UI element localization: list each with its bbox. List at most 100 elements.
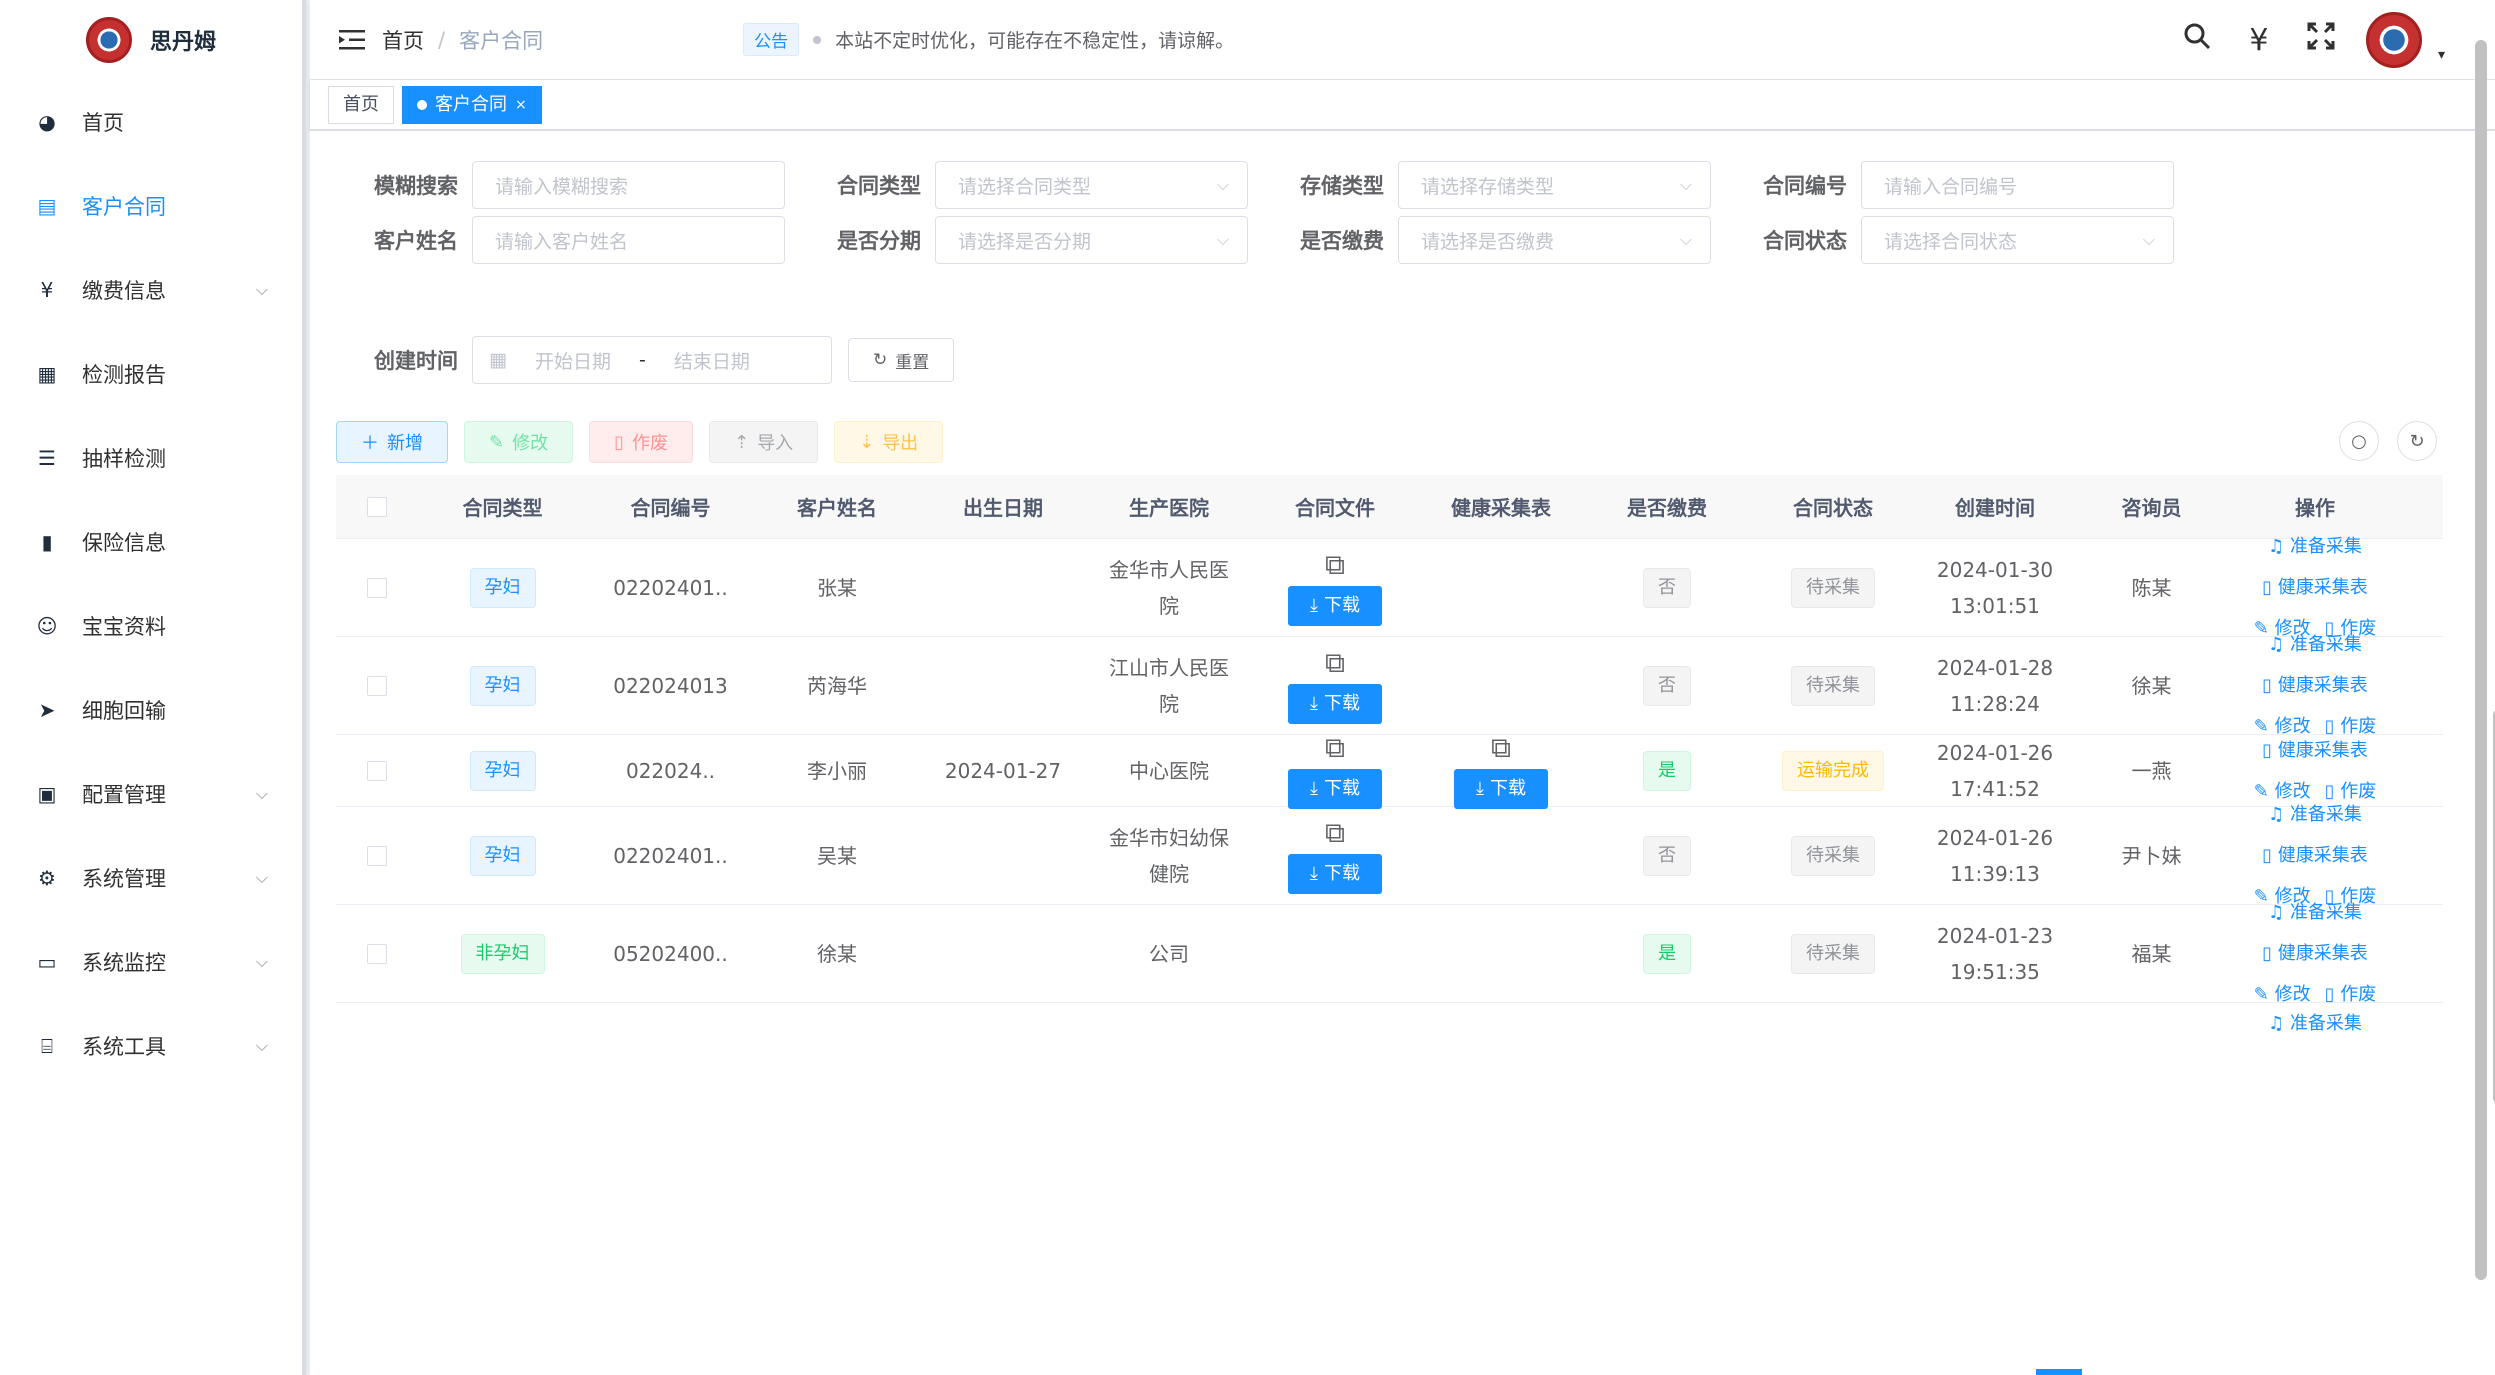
customer-name-input[interactable]: 请输入客户姓名 bbox=[472, 216, 785, 264]
add-button[interactable]: ＋ 新增 bbox=[336, 421, 448, 463]
download-button[interactable]: ⤓ 下载 bbox=[1288, 768, 1382, 809]
app-logo[interactable]: 思丹姆 bbox=[0, 0, 302, 80]
chevron-down-icon: ⌵ bbox=[255, 1036, 268, 1055]
row-checkbox[interactable] bbox=[367, 845, 387, 866]
copy-icon[interactable]: ⧉ bbox=[1325, 549, 1345, 580]
contract-file: ⧉ ⤓ 下载 bbox=[1288, 732, 1382, 809]
sidebar-item-4[interactable]: ☰ 抽样检测 bbox=[0, 416, 302, 500]
download-button[interactable]: ⤓ 下载 bbox=[1288, 683, 1382, 724]
sidebar-item-9[interactable]: ⚙ 系统管理 ⌵ bbox=[0, 836, 302, 920]
download-button[interactable]: ⤓ 下载 bbox=[1454, 768, 1548, 809]
storage-type-placeholder: 请选择存储类型 bbox=[1421, 175, 1555, 198]
paid-select[interactable]: 请选择是否缴费 ⌵ bbox=[1398, 216, 1711, 264]
sidebar-item-7[interactable]: ➤ 细胞回输 bbox=[0, 668, 302, 752]
hamburger-toggle[interactable] bbox=[322, 0, 382, 80]
customer-name-cell: 吴某 bbox=[817, 843, 857, 868]
notice-bar: 公告 本站不定时优化，可能存在不稳定性，请谅解。 bbox=[743, 23, 1234, 56]
prepare-collection-link[interactable]: ♫ 准备采集 bbox=[2268, 796, 2362, 833]
contract-no-input[interactable]: 请输入合同编号 bbox=[1861, 161, 2174, 209]
table-row[interactable]: 孕妇 022024013 芮海华 江山市人民医院 ⧉ ⤓ 下载 否 待采集 2024-01-28 1… bbox=[336, 634, 2443, 737]
installment-select[interactable]: 请选择是否分期 ⌵ bbox=[935, 216, 1248, 264]
prepare-collection-link[interactable]: ♫ 准备采集 bbox=[2268, 626, 2362, 663]
paid-tag: 否 bbox=[1643, 835, 1691, 876]
sidebar-item-3[interactable]: ▦ 检测报告 bbox=[0, 332, 302, 416]
breadcrumb-home[interactable]: 首页 bbox=[382, 25, 424, 55]
status-cell: 待采集 bbox=[1750, 835, 1916, 876]
tag-home[interactable]: 首页 bbox=[328, 85, 394, 124]
sidebar-item-10[interactable]: ▭ 系统监控 ⌵ bbox=[0, 920, 302, 1004]
start-date-placeholder: 开始日期 bbox=[534, 350, 611, 373]
main-content: 模糊搜索 请输入模糊搜索 合同类型 请选择合同类型 ⌵ 存储类型 请选择存储类型 ⌵… bbox=[310, 131, 2495, 1375]
search-icon[interactable] bbox=[2180, 22, 2214, 58]
sidebar-item-1[interactable]: ▤ 客户合同 bbox=[0, 164, 302, 248]
column-header: 合同编号 bbox=[630, 496, 711, 520]
health-form-link[interactable]: ▯ 健康采集表 bbox=[2262, 837, 2368, 874]
sidebar-item-5[interactable]: ▮ 保险信息 bbox=[0, 500, 302, 584]
sidebar-item-0[interactable]: ◕ 首页 bbox=[0, 80, 302, 164]
prepare-collection-link[interactable]: ♫ 准备采集 bbox=[2268, 1005, 2362, 1042]
copy-icon[interactable]: ⧉ bbox=[1491, 732, 1511, 763]
user-avatar[interactable] bbox=[2365, 12, 2422, 68]
health-form-link[interactable]: ▯ 健康采集表 bbox=[2262, 569, 2368, 606]
table-row[interactable]: 孕妇 02202401.. 张某 金华市人民医院 ⧉ ⤓ 下载 否 待采集 2024-01-30 1… bbox=[336, 536, 2443, 639]
void-button[interactable]: ▯ 作废 bbox=[589, 421, 693, 463]
caret-down-icon[interactable]: ▾ bbox=[2438, 47, 2445, 63]
refresh-button[interactable]: ↻ bbox=[2397, 421, 2437, 461]
consultant-cell: 尹卜妹 bbox=[2121, 843, 2182, 868]
health-form-link[interactable]: ▯ 健康采集表 bbox=[2262, 667, 2368, 704]
reset-button[interactable]: ↻ 重置 bbox=[848, 338, 955, 382]
row-checkbox[interactable] bbox=[367, 675, 387, 696]
table-row-partial[interactable]: ♫ 准备采集 bbox=[336, 1003, 2443, 1043]
download-icon: ⤓ bbox=[1476, 777, 1484, 799]
contract-type-cell: 非孕妇 bbox=[418, 933, 587, 974]
contract-file-cell: ⧉ ⤓ 下载 bbox=[1252, 817, 1418, 894]
table-row[interactable]: 非孕妇 05202400.. 徐某 公司 是 待采集 2024-01-23 19:51:35 福… bbox=[336, 902, 2443, 1005]
select-all-checkbox[interactable] bbox=[367, 496, 387, 517]
tags-view: 首页 客户合同 × bbox=[310, 80, 2495, 130]
pagination-active-page[interactable] bbox=[2036, 1369, 2082, 1375]
created-time-cell: 2024-01-30 13:01:51 bbox=[1916, 552, 2074, 624]
row-checkbox[interactable] bbox=[367, 577, 387, 598]
sidebar-item-8[interactable]: ▣ 配置管理 ⌵ bbox=[0, 752, 302, 836]
download-button[interactable]: ⤓ 下载 bbox=[1288, 853, 1382, 894]
hospital-line: 金华市人民医 bbox=[1109, 557, 1229, 582]
health-form-link[interactable]: ▯ 健康采集表 bbox=[2262, 935, 2368, 972]
paid-tag: 是 bbox=[1643, 750, 1691, 791]
table-row[interactable]: 孕妇 022024.. 李小丽 2024-01-27 中心医院 ⧉ ⤓ 下载 ⧉ ⤓ 下载是运输完成… bbox=[336, 732, 2443, 809]
tag-current[interactable]: 客户合同 × bbox=[402, 85, 542, 124]
created-date-range[interactable]: ▦ 开始日期 - 结束日期 bbox=[472, 336, 832, 384]
toggle-search-button[interactable]: ○ bbox=[2339, 421, 2379, 461]
table-row[interactable]: 孕妇 02202401.. 吴某 金华市妇幼保 健院 ⧉ ⤓ 下载 否 待采集 2024-01-26… bbox=[336, 804, 2443, 907]
chevron-down-icon: ⌵ bbox=[1679, 175, 1692, 194]
row-checkbox[interactable] bbox=[367, 943, 387, 964]
status-select[interactable]: 请选择合同状态 ⌵ bbox=[1861, 216, 2174, 264]
download-button[interactable]: ⤓ 下载 bbox=[1288, 585, 1382, 626]
import-button[interactable]: ⇡ 导入 bbox=[709, 421, 819, 463]
sidebar-item-6[interactable]: ☺ 宝宝资料 bbox=[0, 584, 302, 668]
storage-type-select[interactable]: 请选择存储类型 ⌵ bbox=[1398, 161, 1711, 209]
prepare-collection-link[interactable]: ♫ 准备采集 bbox=[2268, 528, 2362, 565]
paid-tag: 否 bbox=[1643, 567, 1691, 608]
close-icon[interactable]: × bbox=[515, 87, 527, 123]
page-scrollbar[interactable] bbox=[2475, 40, 2487, 1280]
contract-no-cell: 022024.. bbox=[625, 758, 716, 783]
sidebar-item-2[interactable]: ¥ 缴费信息 ⌵ bbox=[0, 248, 302, 332]
copy-icon[interactable]: ⧉ bbox=[1325, 817, 1345, 848]
edit-button[interactable]: ✎ 修改 bbox=[464, 421, 574, 463]
checkbox-cell bbox=[336, 577, 418, 598]
prepare-collection-link[interactable]: ♫ 准备采集 bbox=[2268, 894, 2362, 931]
contract-type-select[interactable]: 请选择合同类型 ⌵ bbox=[935, 161, 1248, 209]
fuzzy-search-input[interactable]: 请输入模糊搜索 bbox=[472, 161, 785, 209]
copy-icon[interactable]: ⧉ bbox=[1325, 732, 1345, 763]
contract-file-cell: ⧉ ⤓ 下载 bbox=[1252, 647, 1418, 724]
fullscreen-icon[interactable] bbox=[2304, 22, 2338, 58]
yen-icon[interactable]: ¥ bbox=[2242, 23, 2276, 58]
health-form-link[interactable]: ▯ 健康采集表 bbox=[2262, 732, 2368, 769]
document-icon: ▤ bbox=[37, 194, 57, 218]
contract-file: ⧉ ⤓ 下载 bbox=[1288, 817, 1382, 894]
sidebar-item-11[interactable]: ⌸ 系统工具 ⌵ bbox=[0, 1004, 302, 1088]
page-scrollbar-thumb[interactable] bbox=[2475, 40, 2487, 1280]
copy-icon[interactable]: ⧉ bbox=[1325, 647, 1345, 678]
export-button[interactable]: ⇣ 导出 bbox=[834, 421, 944, 463]
row-checkbox[interactable] bbox=[367, 760, 387, 781]
